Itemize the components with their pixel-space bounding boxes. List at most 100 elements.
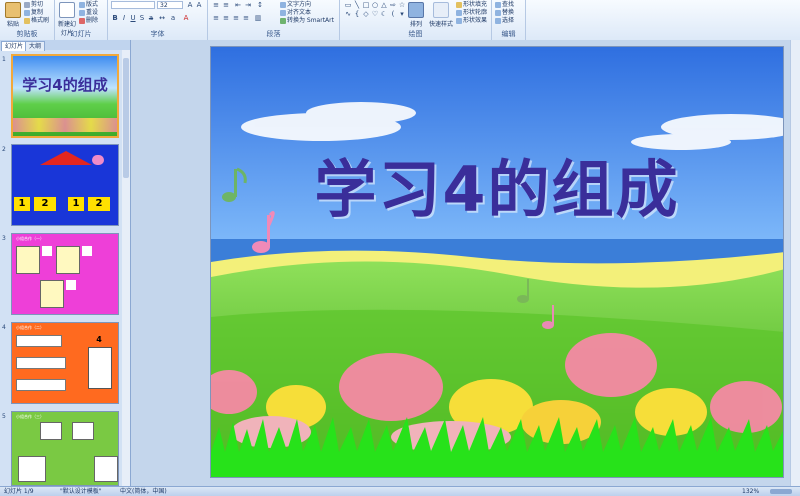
quick-styles-button[interactable]: 快速样式	[428, 2, 454, 28]
paragraph-label: 段落	[266, 30, 281, 38]
format-painter-button[interactable]: 格式刷	[24, 17, 49, 25]
curve-shape-icon[interactable]: ∿	[344, 10, 352, 18]
font-color-icon[interactable]: A	[182, 14, 190, 22]
current-slide[interactable]: 学习4的组成	[210, 46, 784, 478]
scissors-icon	[24, 1, 30, 8]
stage-scrollbar[interactable]	[790, 40, 800, 486]
tab-outline[interactable]: 大纲	[25, 41, 46, 51]
font-label: 字体	[150, 30, 165, 38]
card	[56, 246, 80, 274]
effects-icon	[456, 17, 462, 24]
clipboard-group: 粘贴 剪切 复制 格式刷 剪贴板	[0, 0, 55, 40]
bold-icon[interactable]: B	[111, 14, 119, 22]
align-center-icon[interactable]: ≡	[222, 14, 230, 22]
slide-title[interactable]: 学习4的组成	[211, 139, 783, 229]
cut-button[interactable]: 剪切	[24, 1, 43, 9]
shape-outline-button[interactable]: 形状轮廓	[456, 9, 487, 17]
font-size-combo[interactable]: 32	[157, 1, 183, 9]
bullets-icon[interactable]: ≡	[212, 1, 220, 9]
star-shape-icon[interactable]: ☆	[398, 1, 406, 9]
select-button[interactable]: 选择	[495, 17, 514, 25]
rectangle-shape-icon[interactable]: □	[362, 1, 370, 9]
layout-icon	[79, 1, 85, 8]
slides-group: 新建幻灯片 版式 重设 删除 幻灯片	[55, 0, 108, 40]
house-number: 4	[96, 335, 102, 344]
reset-button[interactable]: 重设	[79, 9, 98, 17]
slide-thumbnail-3[interactable]: 小组合作（一）	[11, 233, 119, 315]
moon-shape-icon[interactable]: ☾	[380, 10, 388, 18]
cell: 1	[14, 197, 30, 211]
zoom-slider[interactable]	[770, 489, 792, 494]
more-shapes-icon[interactable]: ▾	[398, 10, 406, 18]
bracket-shape-icon[interactable]: (	[389, 10, 397, 18]
line-shape-icon[interactable]: ╲	[353, 1, 361, 9]
align-left-icon[interactable]: ≡	[212, 14, 220, 22]
arrow-shape-icon[interactable]: ⇨	[389, 1, 397, 9]
increase-indent-icon[interactable]: ⇥	[244, 1, 252, 9]
slide-thumbnail-1[interactable]: 学习4的组成	[11, 54, 119, 138]
cell: 1	[68, 197, 84, 211]
shape-effects-button[interactable]: 形状效果	[456, 17, 487, 25]
align-right-icon[interactable]: ≡	[232, 14, 240, 22]
font-name-combo[interactable]	[111, 1, 155, 9]
convert-smartart-button[interactable]: 转换为 SmartArt	[280, 17, 334, 25]
scrollbar-thumb[interactable]	[123, 58, 129, 178]
line-spacing-icon[interactable]: ↕	[256, 1, 264, 9]
slide-thumbnail-5[interactable]: 小组合作（三）	[11, 411, 119, 486]
red-triangle	[40, 151, 92, 165]
thumbnail-title: 学习4的组成	[22, 76, 108, 94]
outline-pen-icon	[456, 9, 462, 16]
card	[40, 422, 62, 440]
strikethrough-icon[interactable]: a	[147, 14, 155, 22]
layout-button[interactable]: 版式	[79, 1, 98, 9]
card	[40, 280, 64, 308]
slide-number: 1	[2, 56, 6, 63]
slide-number: 3	[2, 235, 6, 242]
brace-shape-icon[interactable]: {	[353, 10, 361, 18]
house-shape	[88, 347, 112, 389]
thumbnail-caption: 小组合作（一）	[16, 236, 44, 241]
grow-font-icon[interactable]: A	[186, 1, 194, 9]
shadow-icon[interactable]: S	[138, 14, 146, 22]
shape-fill-button[interactable]: 形状填充	[456, 1, 487, 9]
quick-styles-icon	[433, 2, 449, 18]
paste-button[interactable]: 粘贴	[2, 2, 24, 28]
delete-button[interactable]: 删除	[79, 17, 98, 25]
arrange-icon	[408, 2, 424, 18]
underline-icon[interactable]: U	[129, 14, 137, 22]
align-text-icon	[280, 9, 286, 16]
card	[72, 422, 94, 440]
triangle-shape-icon[interactable]: △	[380, 1, 388, 9]
binoculars-icon	[495, 1, 501, 8]
cell: 2	[34, 197, 56, 211]
smartart-icon	[280, 17, 286, 24]
card	[16, 379, 66, 391]
thumbnail-caption: 小组合作（二）	[16, 325, 44, 330]
shrink-font-icon[interactable]: A	[195, 1, 203, 9]
find-button[interactable]: 查找	[495, 1, 514, 9]
replace-button[interactable]: 替换	[495, 9, 514, 17]
italic-icon[interactable]: I	[120, 14, 128, 22]
card	[18, 456, 46, 482]
text-direction-icon	[280, 1, 286, 8]
justify-icon[interactable]: ≡	[242, 14, 250, 22]
textbox-shape-icon[interactable]: ▭	[344, 1, 352, 9]
change-case-icon[interactable]: a	[169, 14, 177, 22]
panel-scrollbar[interactable]	[122, 50, 130, 486]
oval-shape-icon[interactable]: ○	[371, 1, 379, 9]
editing-stage: 学习4的组成	[131, 40, 800, 486]
arrange-button[interactable]: 排列	[406, 2, 426, 28]
numbering-icon[interactable]: ≡	[222, 1, 230, 9]
delete-icon	[79, 17, 85, 24]
char-spacing-icon[interactable]: ↔	[158, 14, 166, 22]
callout-shape-icon[interactable]: ◇	[362, 10, 370, 18]
columns-icon[interactable]: ▥	[254, 14, 262, 22]
tab-slides[interactable]: 幻灯片	[1, 41, 28, 51]
decrease-indent-icon[interactable]: ⇤	[234, 1, 242, 9]
slide-thumbnail-4[interactable]: 小组合作（二） 4	[11, 322, 119, 404]
align-text-button[interactable]: 对齐文本	[280, 9, 311, 17]
heart-shape-icon[interactable]: ♡	[371, 10, 379, 18]
copy-button[interactable]: 复制	[24, 9, 43, 17]
text-direction-button[interactable]: 文字方向	[280, 1, 311, 9]
slide-thumbnail-2[interactable]: 1 2 1 2	[11, 144, 119, 226]
